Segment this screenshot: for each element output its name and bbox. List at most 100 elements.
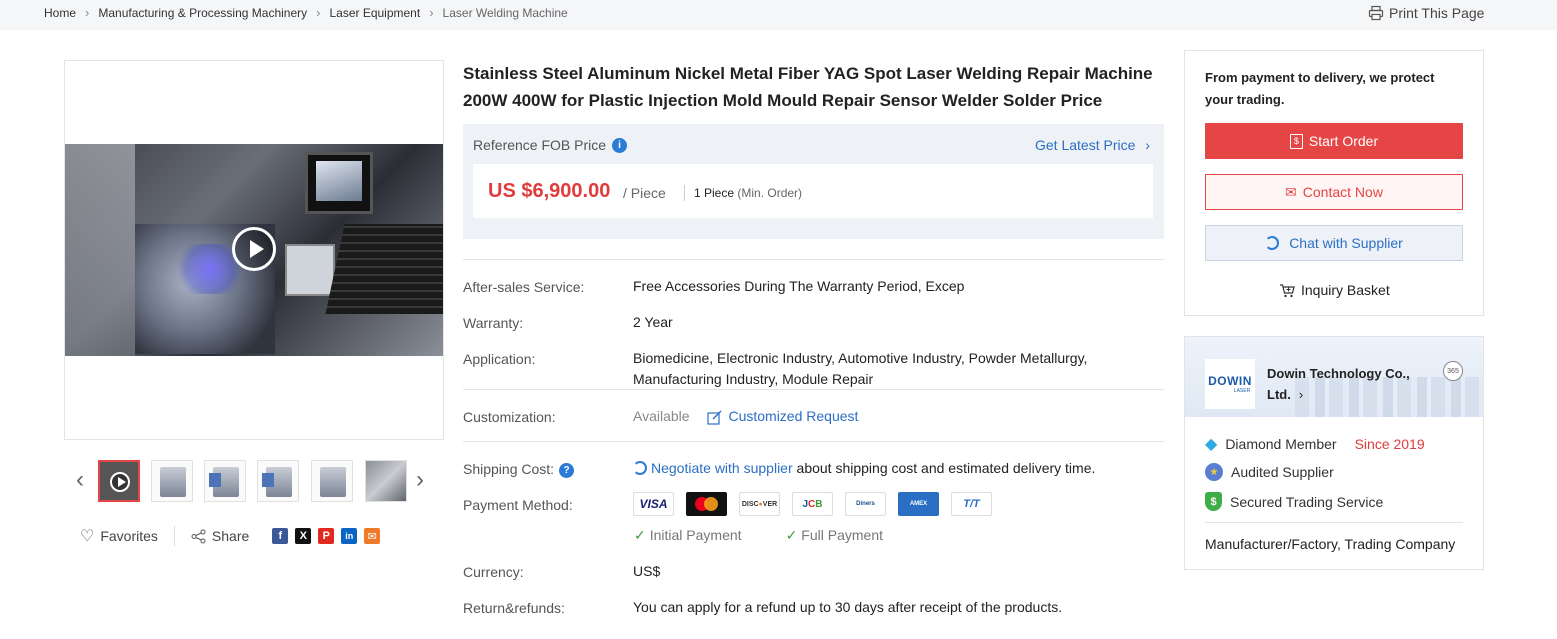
breadcrumb-laser-equipment[interactable]: Laser Equipment (329, 6, 420, 20)
secured-trading-row[interactable]: $ Secured Trading Service (1205, 492, 1383, 511)
cart-icon (1280, 283, 1295, 297)
initial-payment-item: ✓ Initial Payment (634, 527, 742, 544)
business-type: Manufacturer/Factory, Trading Company (1205, 536, 1456, 552)
negotiate-supplier-link[interactable]: Negotiate with supplier (651, 460, 793, 476)
print-page-label: Print This Page (1389, 5, 1485, 21)
linkedin-icon[interactable]: in (341, 528, 358, 544)
check-icon: ✓ (634, 527, 646, 543)
contact-now-button[interactable]: ✉ Contact Now (1205, 174, 1463, 210)
breadcrumb-home[interactable]: Home (44, 6, 76, 20)
after-sales-label: After-sales Service: (463, 279, 585, 295)
thumbnail-strip: ‹ › (76, 460, 436, 502)
chevron-right-icon[interactable]: › (416, 468, 424, 492)
chat-with-supplier-button[interactable]: Chat with Supplier (1205, 225, 1463, 261)
edit-icon (707, 410, 722, 425)
chat-bubble-icon (633, 461, 647, 475)
email-icon[interactable]: ✉ (364, 528, 381, 544)
pinterest-icon[interactable]: P (318, 528, 335, 544)
warranty-label: Warranty: (463, 315, 524, 331)
payment-method-label: Payment Method: (463, 497, 573, 513)
chevron-left-icon[interactable]: ‹ (76, 468, 84, 492)
application-line1: Biomedicine, Electronic Industry, Automo… (633, 350, 1088, 366)
protection-text-line2: your trading. (1205, 92, 1285, 107)
reference-price-text: Reference FOB Price (473, 137, 607, 153)
amex-card-icon: AMEX (898, 492, 939, 516)
chevron-right-icon: › (316, 5, 321, 20)
check-icon: ✓ (785, 527, 798, 543)
thumbnail-image[interactable] (151, 460, 193, 502)
order-icon: $ (1289, 133, 1303, 149)
after-sales-value: Free Accessories During The Warranty Per… (633, 278, 965, 294)
start-order-button[interactable]: $ Start Order (1205, 123, 1463, 159)
supplier-name-line2: Ltd. › (1267, 384, 1437, 405)
chevron-right-icon: › (1145, 137, 1150, 153)
machine-thumbnail (160, 467, 186, 497)
info-icon[interactable]: i (612, 137, 628, 153)
visa-card-icon: VISA (633, 492, 674, 516)
shipping-cost-text: about shipping cost and estimated delive… (792, 460, 1096, 476)
min-order: 1 Piece (Min. Order) (694, 186, 802, 200)
share-button[interactable]: Share (191, 528, 249, 544)
full-payment-item: ✓ Full Payment (786, 527, 883, 544)
heart-icon: ♡ (80, 528, 95, 545)
thumbnail-image[interactable] (311, 460, 353, 502)
get-latest-price-link[interactable]: Get Latest Price › (1035, 137, 1150, 153)
supplier-name-link[interactable]: Dowin Technology Co., Ltd. › (1267, 363, 1437, 405)
share-label: Share (211, 528, 250, 544)
chat-with-supplier-label: Chat with Supplier (1289, 235, 1403, 251)
favorites-label: Favorites (100, 528, 158, 544)
protection-text: From payment to delivery, we protect you… (1205, 67, 1465, 111)
supplier-logo-sub: LASER (1233, 388, 1251, 394)
trade-protection-panel: From payment to delivery, we protect you… (1184, 50, 1484, 316)
initial-payment-label: Initial Payment (649, 527, 742, 543)
secured-trading-label: Secured Trading Service (1230, 493, 1384, 510)
price-panel: US $6,900.00 / Piece 1 Piece (Min. Order… (473, 164, 1153, 218)
member-since: Since 2019 (1354, 436, 1425, 452)
favorites-button[interactable]: ♡ Favorites (80, 526, 158, 546)
product-title-line2: 200W 400W for Plastic Injection Mold Mou… (463, 91, 1103, 110)
thumbnail-video[interactable] (98, 460, 140, 502)
chat-bubble-icon (1265, 236, 1280, 250)
play-icon (110, 472, 130, 492)
main-product-media[interactable] (64, 60, 444, 440)
divider (463, 259, 1164, 260)
audited-supplier-row[interactable]: ★ Audited Supplier (1205, 463, 1334, 481)
customization-value: Available Customized Request (633, 406, 858, 427)
supplier-logo[interactable]: DOWIN LASER (1205, 359, 1255, 409)
samples-thumbnail (366, 461, 406, 501)
facebook-icon[interactable]: f (272, 528, 289, 544)
diamond-member-row: ◆ Diamond Member Since 2019 (1205, 434, 1425, 454)
application-label: Application: (463, 351, 536, 367)
thumbnail-image[interactable] (204, 460, 246, 502)
supplier-name-line2-text: Ltd. (1267, 387, 1291, 402)
play-icon[interactable] (232, 227, 276, 271)
return-refunds-label: Return&refunds: (463, 600, 565, 616)
diamond-icon: ◆ (1205, 436, 1218, 453)
product-video[interactable] (65, 144, 443, 356)
control-panel-image (285, 244, 335, 296)
help-icon[interactable]: ? (559, 462, 575, 478)
inquiry-basket-link[interactable]: Inquiry Basket (1279, 282, 1390, 298)
printer-icon (1368, 5, 1384, 21)
diamond-member-label: Diamond Member (1225, 436, 1337, 452)
min-order-value: 1 Piece (694, 186, 735, 200)
print-page-button[interactable]: Print This Page (1368, 5, 1484, 21)
audited-badge-icon: ★ (1205, 463, 1223, 481)
protection-text-line1: From payment to delivery, we protect (1205, 70, 1435, 85)
shipping-cost-value: Negotiate with supplier about shipping c… (633, 458, 1095, 479)
customized-request-link[interactable]: Customized Request (728, 408, 858, 424)
x-icon[interactable]: X (295, 528, 312, 544)
machine-part (209, 473, 221, 487)
thumbnail-image[interactable] (257, 460, 299, 502)
breadcrumb-manufacturing[interactable]: Manufacturing & Processing Machinery (98, 6, 307, 20)
thumbnail-image[interactable] (365, 460, 407, 502)
breadcrumb: Home › Manufacturing & Processing Machin… (44, 5, 568, 20)
divider (173, 526, 175, 546)
payment-cards: VISA DISC ● VER JCB Diners AMEX T/T (633, 492, 992, 516)
application-line2: Manufacturing Industry, Module Repair (633, 371, 874, 387)
currency-label: Currency: (463, 564, 524, 580)
audited-supplier-label: Audited Supplier (1231, 464, 1334, 480)
shipping-cost-label: Shipping Cost:? (463, 461, 575, 478)
customization-available: Available (633, 408, 690, 424)
payment-terms: ✓ Initial Payment ✓ Full Payment (634, 527, 883, 544)
